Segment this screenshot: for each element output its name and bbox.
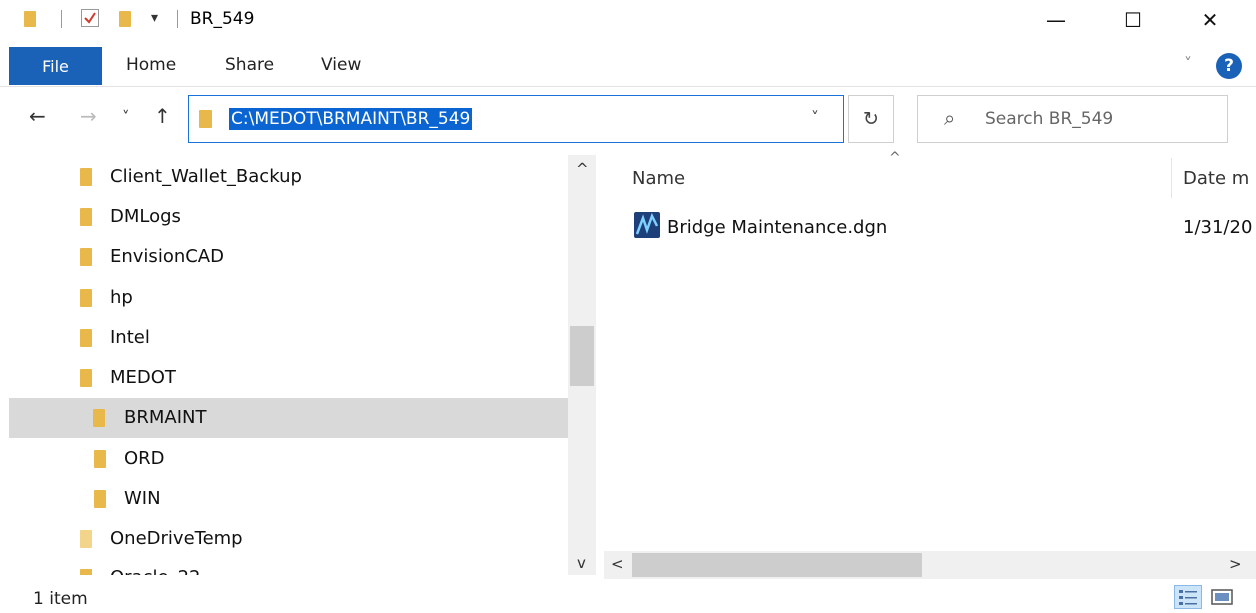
status-item-count: 1 item <box>33 589 88 609</box>
tree-item-ord[interactable]: ORD <box>0 439 568 479</box>
search-input[interactable]: Search BR_549 <box>985 109 1113 129</box>
folder-icon <box>80 168 92 186</box>
list-item[interactable]: Bridge Maintenance.dgn 1/31/20 <box>620 206 1256 246</box>
tab-view[interactable]: View <box>321 55 361 75</box>
up-button[interactable]: ↑ <box>154 104 171 128</box>
tree-item-label: Oracle_22 <box>110 567 200 575</box>
tree-item-envisioncad[interactable]: EnvisionCAD <box>0 237 568 277</box>
toolbar-divider <box>177 10 178 28</box>
folder-icon <box>80 289 92 307</box>
folder-icon <box>94 490 106 508</box>
address-dropdown-button[interactable]: ˅ <box>811 108 819 127</box>
folder-icon <box>80 369 92 387</box>
tree-item-intel[interactable]: Intel <box>0 318 568 358</box>
scroll-up-button[interactable]: ^ <box>576 160 589 178</box>
address-input[interactable]: C:\MEDOT\BRMAINT\BR_549 <box>229 108 473 130</box>
tree-item-dmlogs[interactable]: DMLogs <box>0 197 568 237</box>
tab-home[interactable]: Home <box>126 55 176 75</box>
tree-item-medot[interactable]: MEDOT <box>0 358 568 398</box>
maximize-button[interactable]: ☐ <box>1103 0 1163 40</box>
tab-share[interactable]: Share <box>225 55 274 75</box>
file-name: Bridge Maintenance.dgn <box>667 217 888 238</box>
tree-item-brmaint[interactable]: BRMAINT <box>9 398 568 438</box>
tree-item-label: MEDOT <box>110 367 176 388</box>
sort-ascending-icon: ^ <box>889 150 901 166</box>
properties-icon[interactable] <box>81 9 99 27</box>
tree-item-label: ORD <box>124 448 165 469</box>
large-icons-view-icon <box>1211 589 1233 605</box>
refresh-button[interactable]: ↻ <box>848 95 894 143</box>
folder-icon <box>199 110 212 128</box>
folder-icon <box>80 329 92 347</box>
toolbar-divider <box>61 10 62 28</box>
scroll-left-button[interactable]: < <box>611 555 624 573</box>
tree-item-client-wallet-backup[interactable]: Client_Wallet_Backup <box>0 157 568 197</box>
tree-item-label: WIN <box>124 488 161 509</box>
back-button[interactable]: ← <box>29 104 46 128</box>
help-button[interactable]: ? <box>1216 53 1242 79</box>
tree-item-hp[interactable]: hp <box>0 278 568 318</box>
tab-file[interactable]: File <box>9 47 102 85</box>
tree-item-label: Client_Wallet_Backup <box>110 166 302 187</box>
checkmark-icon <box>84 12 96 24</box>
tree-item-label: BRMAINT <box>124 407 207 428</box>
folder-icon <box>80 248 92 266</box>
tree-scrollbar-thumb[interactable] <box>570 326 594 386</box>
column-header-date-modified[interactable]: Date m <box>1183 168 1249 189</box>
close-button[interactable]: ✕ <box>1180 0 1240 40</box>
folder-icon <box>94 450 106 468</box>
scroll-right-button[interactable]: > <box>1229 555 1242 573</box>
tree-item-label: DMLogs <box>110 206 181 227</box>
tree-item-label: hp <box>110 287 133 308</box>
recent-locations-button[interactable]: ˅ <box>122 108 130 126</box>
column-header-name[interactable]: Name <box>632 168 685 189</box>
window-title: BR_549 <box>190 9 255 29</box>
column-divider[interactable] <box>1171 158 1172 198</box>
tree-item-onedrivetemp[interactable]: OneDriveTemp <box>0 519 568 559</box>
forward-button[interactable]: → <box>80 104 97 128</box>
tree-item-oracle[interactable]: Oracle_22 <box>0 559 568 575</box>
expand-ribbon-icon[interactable]: ˅ <box>1184 54 1192 73</box>
new-folder-icon[interactable] <box>119 11 131 27</box>
folder-icon <box>80 208 92 226</box>
ribbon <box>0 46 1256 87</box>
folder-icon <box>80 530 92 548</box>
minimize-button[interactable]: — <box>1026 0 1086 40</box>
microstation-file-icon <box>634 212 660 238</box>
folder-icon <box>24 11 36 27</box>
details-view-button[interactable] <box>1174 585 1202 609</box>
details-view-icon <box>1179 590 1197 605</box>
file-date: 1/31/20 <box>1183 217 1253 238</box>
large-icons-view-button[interactable] <box>1208 585 1236 609</box>
customize-toolbar-icon[interactable]: ▾ <box>151 10 158 26</box>
search-icon: ⌕ <box>944 106 956 130</box>
folder-icon <box>80 569 92 575</box>
tree-item-label: Intel <box>110 327 150 348</box>
list-scrollbar-thumb[interactable] <box>632 553 922 577</box>
tree-item-label: EnvisionCAD <box>110 246 224 267</box>
scroll-down-button[interactable]: v <box>577 554 586 572</box>
folder-icon <box>93 409 105 427</box>
tree-item-label: OneDriveTemp <box>110 528 243 549</box>
tree-item-win[interactable]: WIN <box>0 479 568 519</box>
